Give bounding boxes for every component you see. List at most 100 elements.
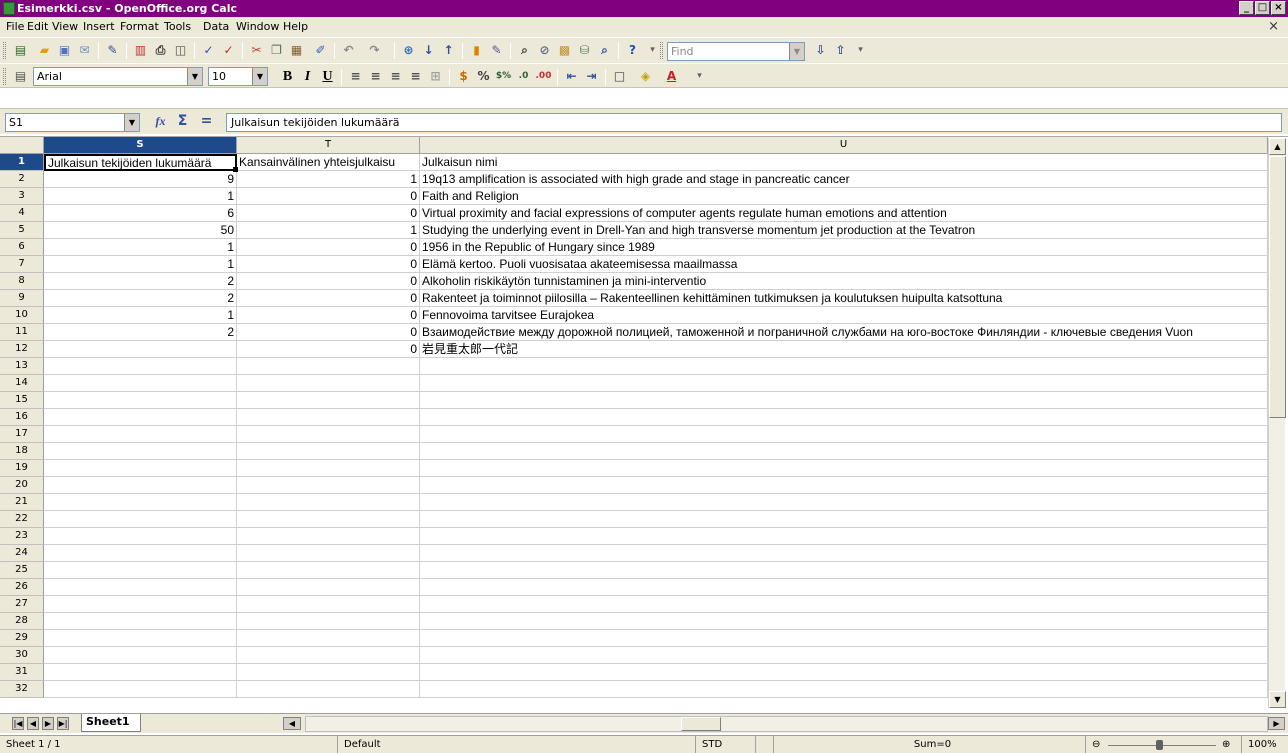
row-header[interactable]: 9 (0, 290, 44, 307)
column-header-t[interactable]: T (237, 137, 420, 154)
hyperlink-icon[interactable]: ⊛ (400, 42, 417, 59)
cell-t[interactable] (237, 647, 420, 664)
cell-s[interactable]: 2 (44, 273, 237, 290)
menu-tools[interactable]: Tools (164, 20, 191, 34)
add-decimal-icon[interactable]: .0 (515, 68, 532, 85)
menu-edit[interactable]: Edit (27, 20, 48, 34)
cell-u[interactable] (420, 647, 1268, 664)
cell-t[interactable]: 0 (237, 290, 420, 307)
borders-icon[interactable]: □ (611, 68, 628, 85)
cell-s[interactable] (44, 392, 237, 409)
row-header[interactable]: 6 (0, 239, 44, 256)
align-right-icon[interactable]: ≡ (387, 68, 404, 85)
cell-s[interactable] (44, 579, 237, 596)
formatting-toolbar-options-icon[interactable]: ▾ (691, 68, 708, 85)
zoom-slider[interactable]: ⊖ ⊕ (1086, 736, 1242, 753)
cell-t[interactable]: 0 (237, 256, 420, 273)
page-style[interactable]: Default (338, 736, 696, 753)
cell-t[interactable] (237, 681, 420, 698)
row-header[interactable]: 5 (0, 222, 44, 239)
toolbar-grip[interactable] (660, 42, 663, 59)
selection-mode[interactable]: STD (696, 736, 756, 753)
open-folder-icon[interactable]: ▰ (36, 42, 53, 59)
cell-t[interactable] (237, 375, 420, 392)
cell-t[interactable]: 1 (237, 171, 420, 188)
cell-s[interactable]: 1 (44, 188, 237, 205)
gallery-icon[interactable]: ▩ (556, 42, 573, 59)
function-equals-icon[interactable]: = (198, 113, 215, 130)
cell-u[interactable] (420, 443, 1268, 460)
maximize-button[interactable]: □ (1255, 1, 1270, 15)
bold-icon[interactable]: B (279, 68, 296, 85)
row-header[interactable]: 24 (0, 545, 44, 562)
currency-format-icon[interactable]: $ (455, 68, 472, 85)
cell-u[interactable]: Взаимодействие между дорожной полицией, … (420, 324, 1268, 341)
align-center-icon[interactable]: ≡ (367, 68, 384, 85)
cell-s[interactable] (44, 596, 237, 613)
cell-u[interactable]: Faith and Religion (420, 188, 1268, 205)
row-header[interactable]: 26 (0, 579, 44, 596)
row-header[interactable]: 1 (0, 154, 44, 171)
cell-s[interactable] (44, 477, 237, 494)
cell-t[interactable] (237, 477, 420, 494)
row-header[interactable]: 31 (0, 664, 44, 681)
row-header[interactable]: 2 (0, 171, 44, 188)
close-document-icon[interactable]: × (1268, 19, 1279, 34)
print-icon[interactable]: ⎙ (152, 42, 169, 59)
scroll-up-icon[interactable]: ▲ (1269, 138, 1286, 155)
italic-icon[interactable]: I (299, 68, 316, 85)
cell-u[interactable] (420, 528, 1268, 545)
export-pdf-icon[interactable]: ▥ (132, 42, 149, 59)
toolbar-options-icon[interactable]: ▾ (644, 42, 661, 59)
cell-u[interactable] (420, 477, 1268, 494)
cell-t[interactable] (237, 460, 420, 477)
select-all-corner[interactable] (0, 137, 44, 154)
cell-s[interactable]: 1 (44, 239, 237, 256)
chevron-down-icon[interactable]: ▼ (187, 68, 202, 85)
cell-u[interactable]: Virtual proximity and facial expressions… (420, 205, 1268, 222)
cell-s[interactable] (44, 341, 237, 358)
row-header[interactable]: 18 (0, 443, 44, 460)
toolbar-grip[interactable] (3, 42, 6, 59)
row-header[interactable]: 32 (0, 681, 44, 698)
justify-icon[interactable]: ≡ (407, 68, 424, 85)
row-header[interactable]: 3 (0, 188, 44, 205)
horizontal-scrollbar[interactable] (305, 716, 1268, 732)
cell-u[interactable]: Studying the underlying event in Drell-Y… (420, 222, 1268, 239)
cell-s[interactable] (44, 460, 237, 477)
cell-t[interactable] (237, 392, 420, 409)
chart-icon[interactable]: ▮ (468, 42, 485, 59)
decrease-indent-icon[interactable]: ⇤ (563, 68, 580, 85)
cell-s[interactable] (44, 562, 237, 579)
menu-format[interactable]: Format (120, 20, 159, 34)
cell-s[interactable] (44, 664, 237, 681)
cell-t[interactable]: 0 (237, 205, 420, 222)
cell-u[interactable] (420, 596, 1268, 613)
row-header[interactable]: 8 (0, 273, 44, 290)
row-header[interactable]: 30 (0, 647, 44, 664)
redo-icon[interactable]: ↷ (366, 42, 383, 59)
cell-u[interactable]: 19q13 amplification is associated with h… (420, 171, 1268, 188)
cell-s[interactable]: 1 (44, 307, 237, 324)
cell-t[interactable] (237, 545, 420, 562)
horizontal-scroll-thumb[interactable] (681, 717, 721, 731)
previous-sheet-icon[interactable]: ◀ (27, 717, 39, 730)
merge-cells-icon[interactable]: ⊞ (427, 68, 444, 85)
cell-t[interactable] (237, 494, 420, 511)
find-next-icon[interactable]: ⇩ (812, 42, 829, 59)
background-color-icon[interactable]: ◈ (637, 68, 654, 85)
cell-t[interactable] (237, 426, 420, 443)
cell-s[interactable] (44, 426, 237, 443)
spellcheck-icon[interactable]: ✓ (200, 42, 217, 59)
menu-data[interactable]: Data (203, 20, 229, 34)
cell-t[interactable]: 0 (237, 324, 420, 341)
toolbar-grip[interactable] (3, 68, 6, 85)
cell-t[interactable] (237, 409, 420, 426)
cell-t[interactable] (237, 358, 420, 375)
cell-u[interactable] (420, 494, 1268, 511)
sort-descending-icon[interactable]: ↑ (440, 42, 457, 59)
email-icon[interactable]: ✉ (76, 42, 93, 59)
cell-s[interactable]: 2 (44, 290, 237, 307)
sort-ascending-icon[interactable]: ↓ (420, 42, 437, 59)
menu-help[interactable]: Help (283, 20, 308, 34)
